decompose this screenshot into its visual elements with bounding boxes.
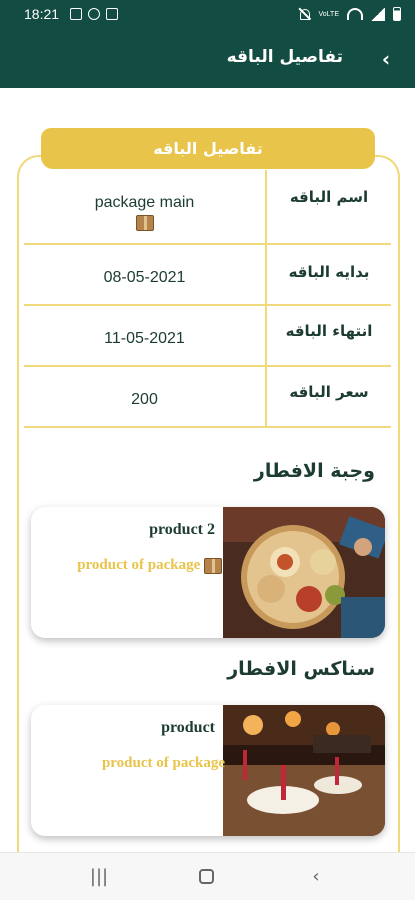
details-tab-title: تفاصيل الباقه [41, 128, 375, 169]
instagram-icon [88, 8, 100, 20]
product-description-text: product of package [77, 557, 201, 573]
signal-icon [371, 7, 385, 21]
detail-value: 08-05-2021 [103, 269, 186, 286]
restaurant-interior-photo [223, 705, 385, 836]
detail-value: package main [24, 170, 265, 243]
app-bar: تفاصيل الباقه ‹ [0, 30, 415, 88]
detail-row-start: بدايه الباقه 08-05-2021 [24, 245, 391, 306]
product-name: product [161, 719, 215, 736]
detail-label: انتهاء الباقه [265, 306, 391, 365]
detail-label: اسم الباقه [265, 170, 391, 243]
chevron-left-icon[interactable]: ‹ [373, 46, 399, 72]
detail-value: 200 [131, 391, 158, 408]
recents-icon[interactable]: ||| [87, 865, 111, 889]
detail-row-price: سعر الباقه 200 [24, 367, 391, 428]
status-bar: 18:21 VoLTE [0, 0, 415, 30]
system-icons: VoLTE [297, 7, 401, 21]
back-icon[interactable]: ‹ [304, 865, 328, 889]
section-title: وجبة الافطار [253, 460, 375, 482]
product-description: product of package [101, 755, 225, 771]
battery-icon [393, 7, 401, 21]
notification-icons [70, 8, 118, 20]
breakfast-food-photo [223, 507, 385, 638]
product-description: product of package [77, 557, 222, 574]
image-icon [70, 8, 82, 20]
page-title: تفاصيل الباقه [226, 47, 343, 67]
detail-value: 11-05-2021 [104, 330, 185, 347]
package-box-icon [135, 214, 154, 231]
product-card[interactable]: product product of package [31, 705, 385, 836]
detail-label: بدايه الباقه [265, 245, 391, 304]
detail-label: سعر الباقه [265, 367, 391, 426]
wifi-icon [347, 8, 363, 20]
product-card[interactable]: product 2 product of package [31, 507, 385, 638]
package-box-icon [204, 557, 222, 574]
message-icon [106, 8, 118, 20]
mute-icon [297, 7, 311, 21]
product-name: product 2 [149, 521, 215, 538]
status-time: 18:21 [24, 6, 60, 22]
detail-row-name: اسم الباقه package main [24, 170, 391, 245]
detail-row-end: انتهاء الباقه 11-05-2021 [24, 306, 391, 367]
section-title: سناكس الافطار [227, 658, 375, 680]
home-icon[interactable] [194, 865, 218, 889]
package-name: package main [94, 194, 195, 211]
system-nav-bar: ||| ‹ [0, 852, 415, 900]
network-label: VoLTE [318, 10, 340, 18]
